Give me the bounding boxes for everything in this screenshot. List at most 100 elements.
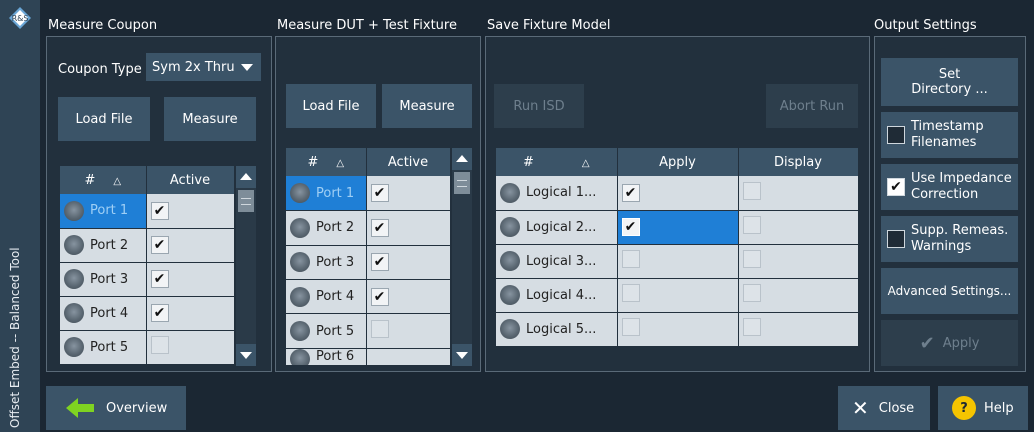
scroll-up-icon[interactable] [236,166,256,188]
overview-button[interactable]: Overview [46,386,186,430]
table-row[interactable]: Port 3 ✔ [286,245,451,280]
apply-checkbox[interactable] [621,250,640,268]
use-impedance-correction-toggle[interactable]: ✔ Use Impedance Correction [881,164,1018,210]
sort-triangle-icon: △ [336,157,345,169]
arrow-left-icon [66,398,94,418]
port-knob-icon [290,286,310,307]
display-checkbox[interactable] [742,318,761,336]
apply-checkbox[interactable]: ✔ [621,218,640,236]
active-checkbox[interactable]: ✔ [150,270,169,288]
coupon-type-value: Sym 2x Thru [152,59,235,75]
advanced-settings-button[interactable]: Advanced Settings... [881,268,1018,314]
set-directory-button[interactable]: Set Directory ... [881,58,1018,106]
coupon-type-dropdown[interactable]: Sym 2x Thru [146,53,261,81]
port-knob-icon [500,319,520,339]
port-knob-icon [64,235,84,255]
coupon-port-table: # △ Active Port 1 ✔ Port 2 ✔ Port 3 ✔ Por… [60,166,235,365]
table-row[interactable]: Port 4 ✔ [60,296,235,331]
fixture-model-table: # △ Apply Display Logical 1... ✔ Logical … [496,148,859,347]
scroll-thumb[interactable] [238,190,254,212]
sort-triangle-icon: △ [581,157,590,169]
apply-button[interactable]: ✔ Apply [881,320,1018,366]
active-checkbox[interactable] [370,320,389,339]
port-knob-icon [290,321,310,342]
active-checkbox[interactable]: ✔ [150,236,169,254]
coupon-col-num[interactable]: # △ [60,166,147,194]
run-isd-button[interactable]: Run ISD [494,84,584,128]
scroll-up-icon[interactable] [452,148,472,170]
table-row[interactable]: Port 2 ✔ [60,228,235,263]
table-row[interactable]: Logical 3... [496,244,859,279]
port-knob-icon [64,303,84,323]
scroll-down-icon[interactable] [236,344,256,366]
checkmark-icon: ✔ [919,332,935,354]
port-knob-icon [290,217,310,238]
apply-checkbox[interactable] [621,284,640,302]
rohde-schwarz-logo-icon: R&S [9,7,31,29]
port-knob-icon [290,252,310,273]
port-knob-icon [500,182,520,203]
svg-text:R&S: R&S [12,14,29,23]
dut-measure-button[interactable]: Measure [382,84,472,128]
active-checkbox[interactable]: ✔ [150,304,169,322]
help-button[interactable]: ? Help [938,386,1028,430]
table-row[interactable]: Port 5 [60,330,235,365]
supp-remeas-checkbox[interactable] [887,230,905,248]
active-checkbox[interactable] [150,336,169,354]
supp-remeas-warnings-toggle[interactable]: Supp. Remeas. Warnings [881,216,1018,262]
sidebar: R&S Offset Embed -- Balanced Tool [0,0,40,432]
port-knob-icon [290,183,310,204]
save-fixture-title: Save Fixture Model [487,18,611,33]
display-checkbox[interactable] [742,181,761,200]
table-row[interactable]: Port 5 [286,313,451,349]
dut-col-active[interactable]: Active [366,148,451,177]
active-checkbox[interactable]: ✔ [150,201,169,220]
table-row[interactable]: Logical 5... [496,312,859,347]
table-row[interactable]: Logical 1... ✔ [496,176,859,211]
active-checkbox[interactable]: ✔ [370,218,389,237]
coupon-measure-button[interactable]: Measure [164,97,256,141]
coupon-col-active[interactable]: Active [146,166,235,194]
close-icon: ✕ [852,396,869,420]
port-knob-icon [500,285,520,305]
dut-load-file-button[interactable]: Load File [286,84,376,128]
help-icon: ? [952,396,976,420]
table-row[interactable]: Port 2 ✔ [286,210,451,246]
apply-checkbox[interactable]: ✔ [621,183,640,202]
window-vertical-title: Offset Embed -- Balanced Tool [8,247,22,428]
port-knob-icon [500,251,520,271]
port-knob-icon [500,217,520,237]
table-row[interactable]: Port 1 ✔ [286,176,451,212]
dut-table-scrollbar[interactable] [452,148,472,366]
chevron-down-icon [241,64,253,71]
fixture-col-display[interactable]: Display [738,148,859,176]
close-button[interactable]: ✕ Close [838,386,930,430]
main-area: Measure Coupon Coupon Type Sym 2x Thru L… [40,0,1034,380]
active-checkbox[interactable]: ✔ [370,184,389,203]
active-checkbox[interactable]: ✔ [370,287,389,306]
table-row[interactable]: Port 1 ✔ [60,194,235,229]
display-checkbox[interactable] [742,216,761,234]
dut-col-num[interactable]: # △ [286,148,367,177]
display-checkbox[interactable] [742,250,761,268]
impedance-checkbox[interactable]: ✔ [887,178,905,196]
table-row[interactable]: Logical 2... ✔ [496,210,859,245]
table-row[interactable]: Port 3 ✔ [60,262,235,297]
table-row[interactable]: Port 4 ✔ [286,279,451,315]
scroll-down-icon[interactable] [452,344,472,366]
active-checkbox[interactable]: ✔ [370,253,389,272]
table-row[interactable]: Logical 4... [496,278,859,313]
apply-checkbox[interactable] [621,318,640,336]
abort-run-button[interactable]: Abort Run [766,84,858,128]
table-row[interactable]: Port 6 [286,348,451,367]
timestamp-checkbox[interactable] [887,126,905,144]
scroll-thumb[interactable] [454,172,470,194]
coupon-load-file-button[interactable]: Load File [58,97,150,141]
display-checkbox[interactable] [742,284,761,302]
coupon-table-scrollbar[interactable] [236,166,256,366]
fixture-col-num[interactable]: # △ [496,148,618,176]
measure-dut-title: Measure DUT + Test Fixture [277,18,457,33]
timestamp-filenames-toggle[interactable]: Timestamp Filenames [881,112,1018,158]
bottom-bar: Overview ✕ Close ? Help [40,380,1034,432]
fixture-col-apply[interactable]: Apply [617,148,739,176]
